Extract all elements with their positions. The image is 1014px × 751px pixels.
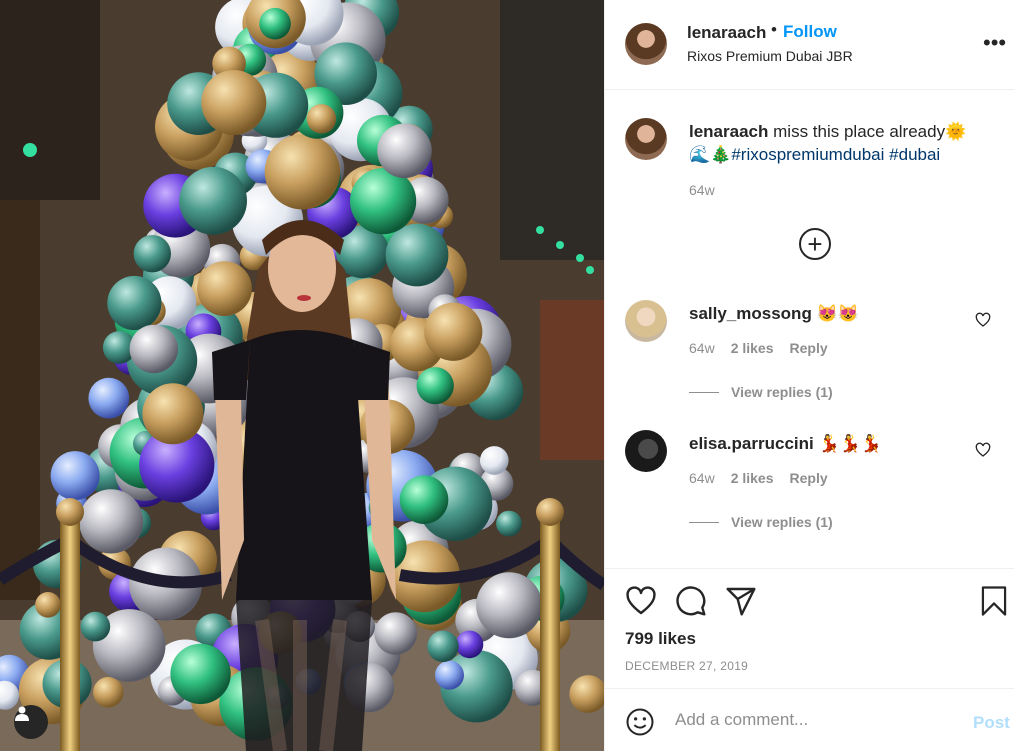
comment-like-heart-icon[interactable]: [975, 312, 991, 328]
comment-like-heart-icon[interactable]: [975, 442, 991, 458]
reply-button[interactable]: Reply: [790, 470, 828, 486]
comment-item: elisa.parruccini 💃💃💃 64w 2 likes Reply V…: [605, 422, 1014, 542]
reply-button[interactable]: Reply: [790, 340, 828, 356]
caption-avatar[interactable]: [625, 118, 667, 160]
caption-timestamp[interactable]: 64w: [689, 182, 715, 198]
view-replies-label: View replies (1): [731, 384, 833, 400]
commenter-username[interactable]: sally_mossong: [689, 304, 812, 323]
post-date[interactable]: DECEMBER 27, 2019: [625, 659, 748, 673]
caption-emoji: 🌊🎄: [689, 145, 732, 164]
add-comment-bar: Post: [605, 688, 1014, 751]
post-header: lenaraach • Follow Rixos Premium Dubai J…: [605, 0, 1014, 90]
caption: lenaraach miss this place already🌞 🌊🎄#ri…: [689, 120, 989, 166]
comment-bubble-icon[interactable]: [675, 585, 707, 617]
caption-username[interactable]: lenaraach: [689, 122, 768, 141]
plus-icon: +: [807, 229, 823, 259]
comments-section[interactable]: lenaraach miss this place already🌞 🌊🎄#ri…: [605, 90, 1014, 568]
commenter-avatar[interactable]: [625, 300, 667, 342]
replies-divider: [689, 391, 719, 393]
comment-input[interactable]: [675, 705, 945, 735]
post-photo[interactable]: [0, 0, 604, 751]
emoji-smiley-icon[interactable]: [625, 707, 655, 737]
comment-body: sally_mossong 😻😻: [689, 304, 859, 324]
location-link[interactable]: Rixos Premium Dubai JBR: [687, 48, 853, 64]
user-icon: [15, 706, 29, 721]
like-heart-icon[interactable]: [625, 585, 657, 617]
comment-timestamp[interactable]: 64w: [689, 470, 715, 486]
comment-text: 💃💃💃: [818, 434, 882, 453]
hashtag-link[interactable]: #dubai: [889, 145, 940, 164]
author-username[interactable]: lenaraach: [687, 23, 766, 43]
comment-meta: 64w 2 likes Reply: [689, 470, 828, 486]
post-side-panel: lenaraach • Follow Rixos Premium Dubai J…: [604, 0, 1014, 751]
comment-item: sally_mossong 😻😻 64w 2 likes Reply View …: [605, 292, 1014, 412]
likes-count[interactable]: 799 likes: [625, 629, 696, 649]
separator-dot: •: [771, 20, 777, 39]
comment-likes[interactable]: 2 likes: [731, 340, 774, 356]
save-bookmark-icon[interactable]: [979, 585, 1009, 617]
photo-illustration: [0, 0, 604, 751]
comment-text: 😻😻: [816, 304, 859, 323]
commenter-username[interactable]: elisa.parruccini: [689, 434, 814, 453]
author-avatar[interactable]: [625, 23, 667, 65]
comment-timestamp[interactable]: 64w: [689, 340, 715, 356]
more-options-icon[interactable]: •••: [983, 30, 1006, 56]
view-replies-button[interactable]: View replies (1): [689, 384, 833, 400]
view-replies-button[interactable]: View replies (1): [689, 514, 833, 530]
post-comment-button[interactable]: Post: [973, 713, 1010, 733]
hashtag-link[interactable]: #rixospremiumdubai: [731, 145, 884, 164]
replies-divider: [689, 521, 719, 523]
share-send-icon[interactable]: [725, 585, 757, 617]
comment-meta: 64w 2 likes Reply: [689, 340, 828, 356]
tagged-users-button[interactable]: [14, 705, 48, 739]
load-more-comments-button[interactable]: +: [799, 228, 831, 260]
post-actions: 799 likes DECEMBER 27, 2019: [605, 568, 1014, 688]
comment-body: elisa.parruccini 💃💃💃: [689, 434, 882, 454]
view-replies-label: View replies (1): [731, 514, 833, 530]
commenter-avatar[interactable]: [625, 430, 667, 472]
follow-button[interactable]: Follow: [783, 22, 837, 42]
caption-text: miss this place already🌞: [773, 122, 967, 141]
comment-likes[interactable]: 2 likes: [731, 470, 774, 486]
